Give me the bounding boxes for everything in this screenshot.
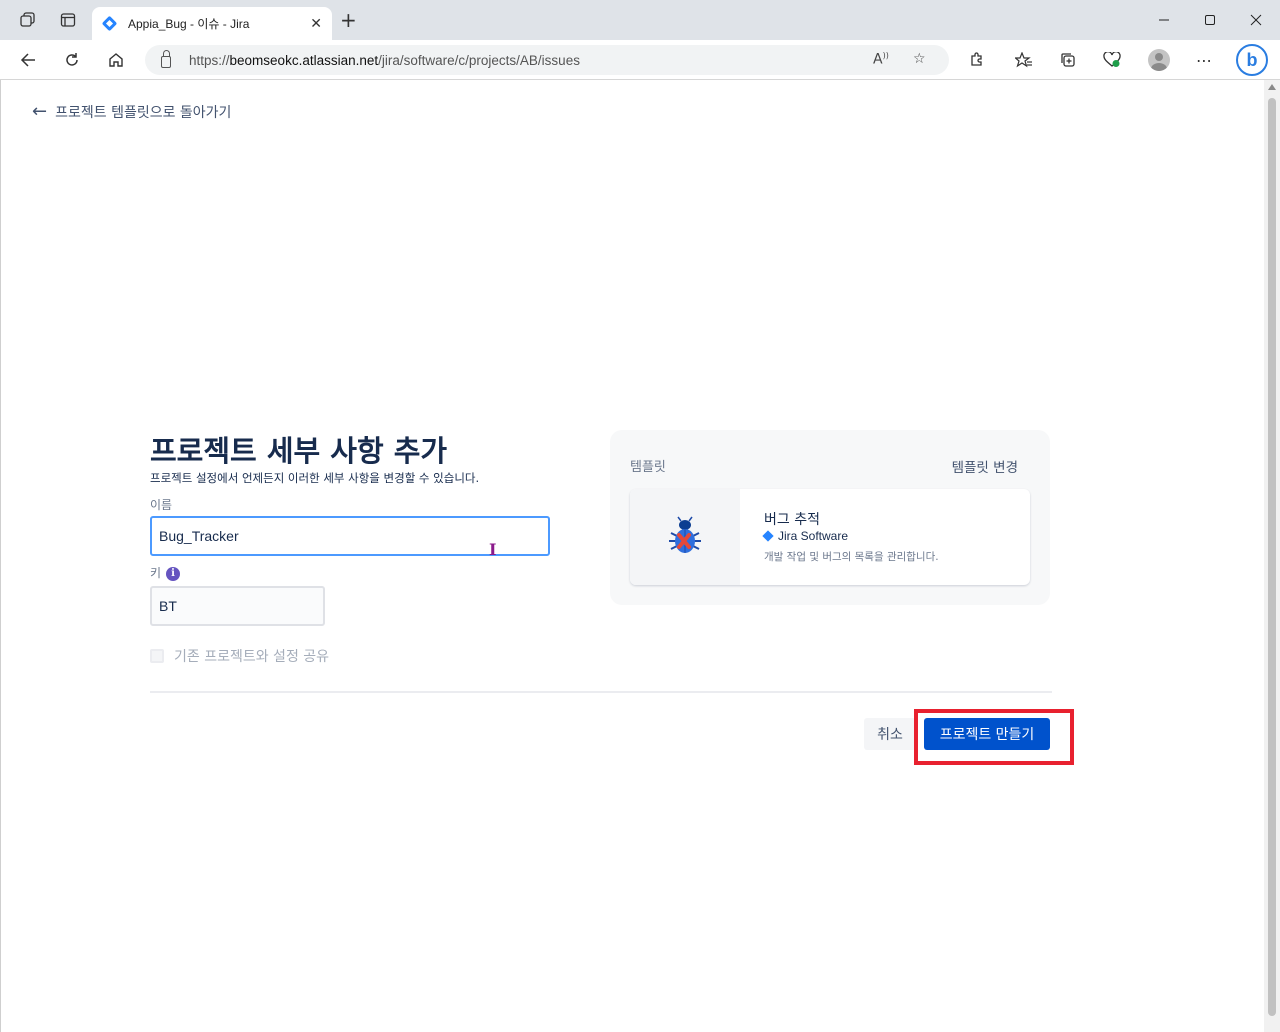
share-settings-option: 기존 프로젝트와 설정 공유 [150, 646, 329, 666]
template-panel: 템플릿 템플릿 변경 버그 추적 Jira Software 개발 작업 및 버… [610, 430, 1050, 605]
page-subtitle: 프로젝트 설정에서 언제든지 이러한 세부 사항을 변경할 수 있습니다. [150, 471, 480, 485]
jira-favicon-icon [102, 16, 118, 32]
collections-icon[interactable] [1058, 50, 1078, 70]
scroll-up-arrow-icon[interactable] [1268, 84, 1276, 90]
template-product-label: Jira Software [778, 529, 849, 543]
extensions-icon[interactable] [966, 50, 986, 70]
bug-icon [630, 489, 740, 585]
favorite-star-icon[interactable]: ☆ [913, 51, 926, 67]
tab-actions-icon[interactable] [58, 10, 78, 30]
info-icon[interactable]: i [166, 566, 181, 581]
template-product: Jira Software [762, 529, 849, 543]
share-settings-label: 기존 프로젝트와 설정 공유 [174, 649, 330, 665]
name-label: 이름 [150, 498, 173, 512]
share-settings-checkbox [150, 649, 164, 663]
page-scrollbar[interactable] [1264, 80, 1280, 1032]
jira-diamond-icon [762, 530, 774, 542]
close-window-icon[interactable] [1246, 10, 1266, 30]
project-key-input[interactable]: BT [150, 586, 325, 626]
browser-toolbar: https://beomseokc.atlassian.net/jira/sof… [0, 40, 1280, 80]
key-label-row: 키i [150, 564, 181, 581]
back-link-label: 프로젝트 템플릿으로 돌아가기 [55, 104, 232, 121]
address-bar[interactable]: https://beomseokc.atlassian.net/jira/sof… [145, 45, 949, 75]
browser-essentials-icon[interactable] [1102, 50, 1122, 70]
lock-icon[interactable] [161, 50, 171, 68]
maximize-icon[interactable] [1200, 10, 1220, 30]
favorites-icon[interactable] [1014, 50, 1034, 70]
window-border [0, 80, 1, 1032]
browser-titlebar: Appia_Bug - 이슈 - Jira ✕ + [0, 0, 1280, 40]
template-description: 개발 작업 및 버그의 목록을 관리합니다. [764, 551, 939, 563]
minimize-icon[interactable] [1154, 10, 1174, 30]
profile-avatar[interactable] [1148, 49, 1170, 71]
page-title: 프로젝트 세부 사항 추가 [150, 434, 448, 468]
scroll-thumb[interactable] [1268, 98, 1276, 1016]
url-text: https://beomseokc.atlassian.net/jira/sof… [189, 52, 580, 68]
template-card: 버그 추적 Jira Software 개발 작업 및 버그의 목록을 관리합니… [630, 489, 1030, 585]
template-name: 버그 추적 [764, 512, 820, 528]
template-heading: 템플릿 [630, 460, 666, 475]
cancel-button[interactable]: 취소 [864, 718, 916, 750]
back-icon[interactable] [18, 50, 38, 70]
form-divider [150, 691, 1052, 693]
create-project-button[interactable]: 프로젝트 만들기 [924, 718, 1050, 750]
back-to-templates-link[interactable]: ← 프로젝트 템플릿으로 돌아가기 [32, 101, 231, 122]
browser-tab-active[interactable]: Appia_Bug - 이슈 - Jira ✕ [92, 7, 332, 40]
tab-close-icon[interactable]: ✕ [310, 16, 322, 32]
bing-copilot-icon[interactable]: b [1236, 44, 1268, 76]
refresh-icon[interactable] [62, 50, 82, 70]
more-options-icon[interactable]: ⋯ [1194, 50, 1214, 70]
workspaces-icon[interactable] [18, 10, 38, 30]
text-cursor-icon: I [489, 540, 497, 559]
home-icon[interactable] [106, 50, 126, 70]
key-label: 키 [150, 566, 162, 580]
read-aloud-icon[interactable]: A)) [873, 51, 889, 68]
arrow-left-icon: ← [32, 101, 48, 122]
new-tab-icon[interactable]: + [340, 10, 357, 30]
change-template-link[interactable]: 템플릿 변경 [952, 456, 1018, 476]
tab-title: Appia_Bug - 이슈 - Jira [128, 17, 250, 31]
